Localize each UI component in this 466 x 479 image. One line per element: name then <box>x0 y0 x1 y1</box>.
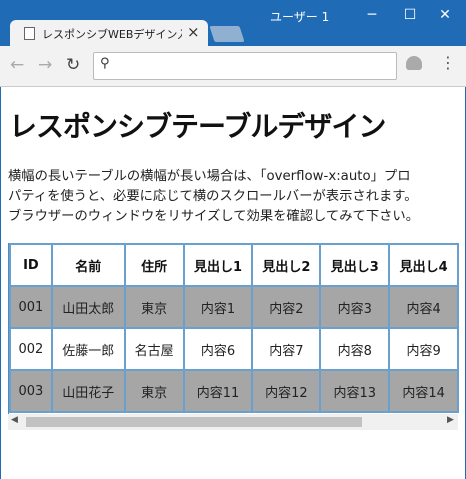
header-cell: 見出し4 <box>388 243 459 287</box>
table-cell: 名古屋 <box>123 327 185 371</box>
address-bar[interactable]: ⚲ <box>93 52 397 80</box>
table-scroll-container[interactable]: ID 名前 住所 見出し1 見出し2 見出し3 見出し4 001 山田太郎 東京… <box>8 243 459 426</box>
data-table: ID 名前 住所 見出し1 見出し2 見出し3 見出し4 001 山田太郎 東京… <box>9 243 459 413</box>
table-cell: 内容6 <box>182 327 254 371</box>
description-line: 横幅の長いテーブルの横幅が長い場合は、「overflow-x:auto」プロ <box>8 169 411 184</box>
scroll-left-arrow-icon[interactable]: ◀ <box>11 415 18 425</box>
header-cell: 見出し3 <box>319 243 391 287</box>
table-cell: 山田太郎 <box>50 285 126 329</box>
table-cell: 002 <box>9 327 53 371</box>
table-cell: 東京 <box>123 369 185 413</box>
browser-tab[interactable]: レスポンシブWEBデザイン入門 × <box>10 20 208 46</box>
tab-title: レスポンシブWEBデザイン入門 <box>42 28 182 41</box>
search-icon: ⚲ <box>100 56 110 71</box>
page-viewport: レスポンシブテーブルデザイン 横幅の長いテーブルの横幅が長い場合は、「overf… <box>0 87 466 479</box>
table-cell: 内容8 <box>319 327 391 371</box>
table-cell: 内容9 <box>388 327 459 371</box>
table-cell: 内容12 <box>251 369 322 413</box>
forward-icon[interactable]: → <box>38 55 52 75</box>
header-cell: ID <box>9 243 53 287</box>
table-cell: 内容7 <box>251 327 322 371</box>
table-row: 003 山田花子 東京 内容11 内容12 内容13 内容14 <box>9 369 459 413</box>
table-cell: 001 <box>9 285 53 329</box>
reload-icon[interactable]: ↻ <box>66 55 80 75</box>
table-cell: 内容3 <box>319 285 391 329</box>
tab-close-icon[interactable]: × <box>187 23 200 41</box>
table-row: 002 佐藤一郎 名古屋 内容6 内容7 内容8 内容9 <box>9 327 459 371</box>
table-header-row: ID 名前 住所 見出し1 見出し2 見出し3 見出し4 <box>9 243 459 287</box>
menu-icon[interactable]: ⋮ <box>440 53 456 72</box>
header-cell: 見出し2 <box>251 243 322 287</box>
table-cell: 佐藤一郎 <box>50 327 126 371</box>
table-cell: 内容1 <box>182 285 254 329</box>
new-tab-button[interactable] <box>209 26 245 42</box>
page-title: レスポンシブテーブルデザイン <box>9 110 386 143</box>
table-cell: 東京 <box>123 285 185 329</box>
table-cell: 内容13 <box>319 369 391 413</box>
address-input[interactable] <box>120 57 389 77</box>
browser-toolbar: ← → ↻ ⚲ ⋮ <box>0 46 466 87</box>
description-line: ブラウザーのウィンドウをリサイズして効果を確認してみて下さい。 <box>8 209 420 224</box>
document-icon <box>24 27 35 40</box>
table-cell: 内容2 <box>251 285 322 329</box>
extension-icon[interactable] <box>406 56 422 70</box>
table-cell: 内容11 <box>182 369 254 413</box>
description-line: パティを使うと、必要に応じて横のスクロールバーが表示されます。 <box>8 189 418 204</box>
maximize-icon[interactable]: ☐ <box>390 0 430 30</box>
title-bar: ユーザー 1 ─ ☐ ✕ レスポンシブWEBデザイン入門 × <box>0 0 466 46</box>
page-description: 横幅の長いテーブルの横幅が長い場合は、「overflow-x:auto」プロ パ… <box>8 167 466 227</box>
minimize-icon[interactable]: ─ <box>352 0 392 30</box>
horizontal-scrollbar[interactable]: ◀ ▶ <box>8 414 458 430</box>
scroll-right-arrow-icon[interactable]: ▶ <box>447 415 454 425</box>
table-row: 001 山田太郎 東京 内容1 内容2 内容3 内容4 <box>9 285 459 329</box>
table-cell: 内容4 <box>388 285 459 329</box>
header-cell: 見出し1 <box>182 243 254 287</box>
profile-user-label[interactable]: ユーザー 1 <box>270 8 329 25</box>
header-cell: 住所 <box>123 243 185 287</box>
table-cell: 003 <box>9 369 53 413</box>
scrollbar-thumb[interactable] <box>26 417 362 427</box>
table-cell: 山田花子 <box>50 369 126 413</box>
header-cell: 名前 <box>50 243 126 287</box>
back-icon[interactable]: ← <box>10 55 24 75</box>
close-window-icon[interactable]: ✕ <box>425 0 465 30</box>
table-cell: 内容14 <box>388 369 459 413</box>
